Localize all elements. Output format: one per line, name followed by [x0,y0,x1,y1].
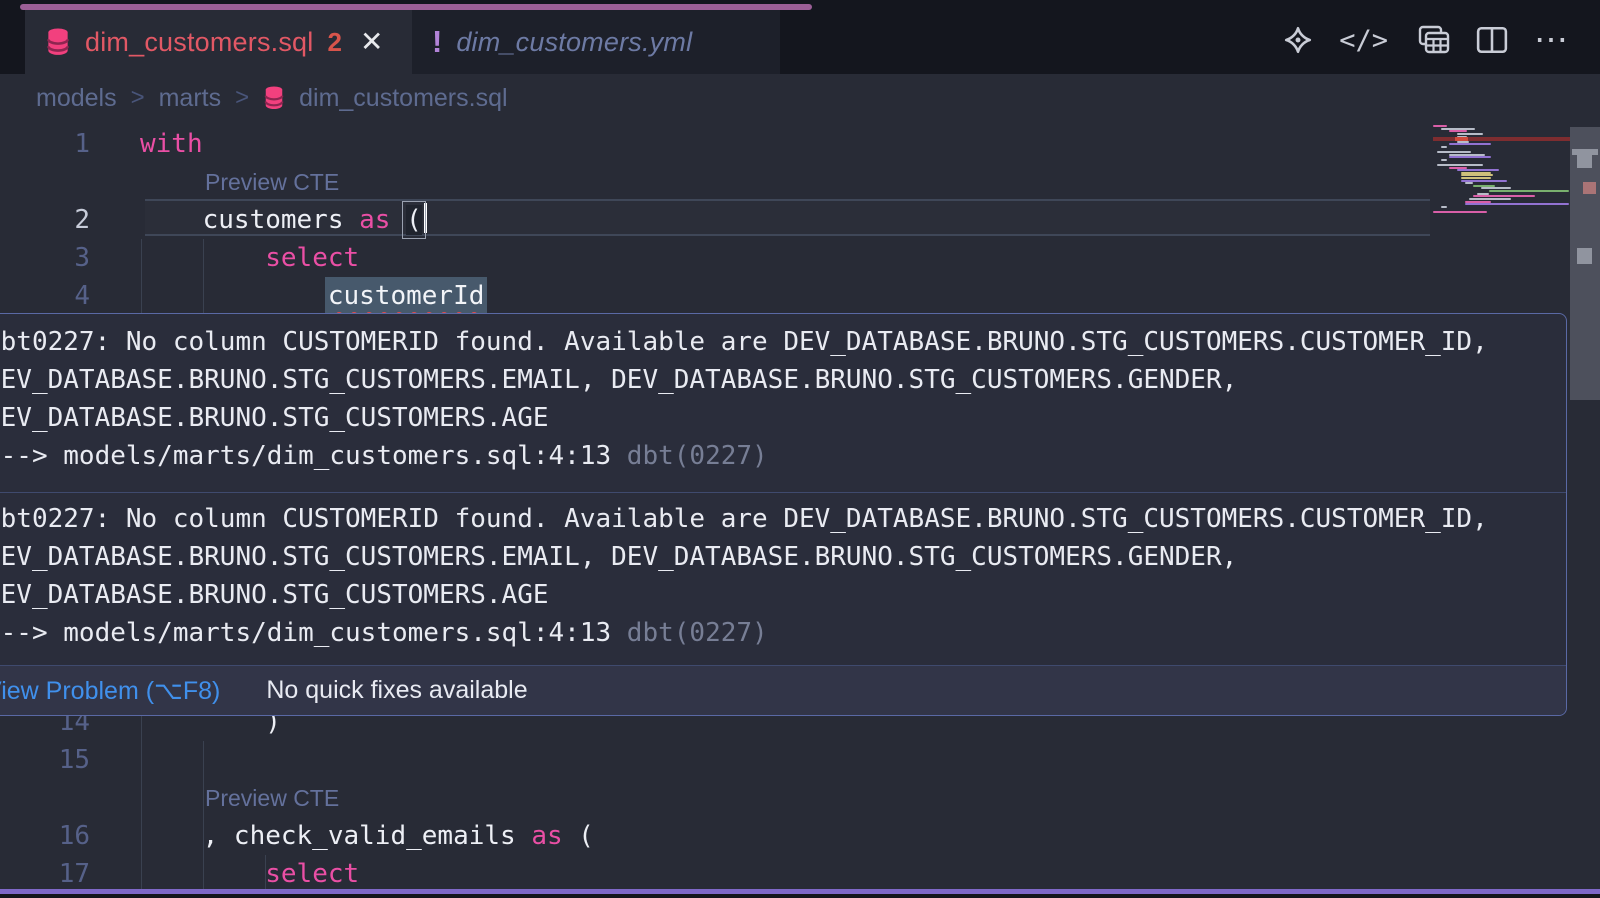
error-text: DEV_DATABASE.BRUNO.STG_CUSTOMERS.AGE [0,576,1566,614]
minimap-error-line [1433,137,1570,141]
error-message-block: dbt0227: No column CUSTOMERID found. Ava… [0,492,1566,658]
tab-title: dim_customers.yml [456,27,692,58]
scrollbar-slider[interactable] [1570,127,1600,400]
line-number[interactable]: 16 [0,817,90,855]
no-quick-fixes-label: No quick fixes available [266,676,527,705]
vscode-editor-window: dim_customers.sql 2 ✕ ! dim_customers.ym… [0,0,1600,898]
error-hover-tooltip: dbt0227: No column CUSTOMERID found. Ava… [0,313,1567,716]
compile-sql-icon[interactable]: </> [1339,25,1388,56]
error-text: DEV_DATABASE.BRUNO.STG_CUSTOMERS.AGE [0,399,1566,437]
database-icon [45,27,71,57]
tooltip-status-bar: View Problem (⌥F8) No quick fixes availa… [0,665,1566,715]
error-text: DEV_DATABASE.BRUNO.STG_CUSTOMERS.EMAIL, … [0,361,1566,399]
code-lens-preview-cte[interactable]: Preview CTE [205,779,339,817]
line-number[interactable]: 3 [0,239,90,277]
chevron-right-icon: > [131,84,145,112]
code-line[interactable]: 16 , check_valid_emails as ( [0,817,1430,855]
error-location: --> models/marts/dim_customers.sql:4:13 … [0,614,1566,652]
minimap[interactable] [1433,125,1570,237]
tab-error-mark-icon: ! [432,24,442,60]
error-code[interactable]: dbt(0227) [627,618,768,648]
error-text: DEV_DATABASE.BRUNO.STG_CUSTOMERS.EMAIL, … [0,538,1566,576]
tab-dim-customers-sql[interactable]: dim_customers.sql 2 ✕ [25,10,412,74]
tab-bar: dim_customers.sql 2 ✕ ! dim_customers.ym… [0,0,1600,74]
text-cursor [424,203,427,233]
error-code[interactable]: dbt(0227) [627,441,768,471]
code-line[interactable]: 3 select [0,239,1430,277]
line-number[interactable]: 2 [0,201,90,239]
editor-actions: </> ⋯ [1283,10,1570,70]
code-lens-preview-cte[interactable]: Preview CTE [205,163,339,201]
more-actions-icon[interactable]: ⋯ [1534,20,1570,60]
breadcrumb-item-marts[interactable]: marts [159,84,222,113]
split-editor-icon[interactable] [1476,25,1508,55]
panel-edge [0,894,1600,898]
tab-dim-customers-yml[interactable]: ! dim_customers.yml [412,10,780,74]
error-message-block: dbt0227: No column CUSTOMERID found. Ava… [0,314,1566,492]
code-line[interactable]: 1with [0,125,1430,163]
error-location: --> models/marts/dim_customers.sql:4:13 … [0,437,1566,475]
close-tab-icon[interactable]: ✕ [360,28,383,56]
tab-title: dim_customers.sql [85,27,313,58]
line-number[interactable]: 4 [0,277,90,315]
chevron-right-icon: > [235,84,249,112]
view-problem-link[interactable]: View Problem (⌥F8) [0,676,220,706]
line-number[interactable]: 15 [0,741,90,779]
code-line[interactable]: 4 customerId [0,277,1430,315]
breadcrumb-item-file[interactable]: dim_customers.sql [299,84,507,113]
query-results-icon[interactable] [1414,24,1450,56]
breadcrumb: models > marts > dim_customers.sql [0,74,1600,122]
error-token-customerid: customerId [325,277,488,315]
error-text: dbt0227: No column CUSTOMERID found. Ava… [0,500,1566,538]
error-text: dbt0227: No column CUSTOMERID found. Ava… [0,323,1566,361]
breadcrumb-item-models[interactable]: models [36,84,117,113]
tab-error-count-badge: 2 [327,27,341,58]
database-icon [263,85,285,111]
dbt-power-user-icon[interactable] [1283,25,1313,55]
line-number[interactable]: 1 [0,125,90,163]
line-number[interactable]: 17 [0,855,90,893]
code-line[interactable]: 17 select [0,855,1430,893]
code-line[interactable]: 15 [0,741,1430,779]
code-line[interactable]: 2 customers as ( [0,201,1430,239]
